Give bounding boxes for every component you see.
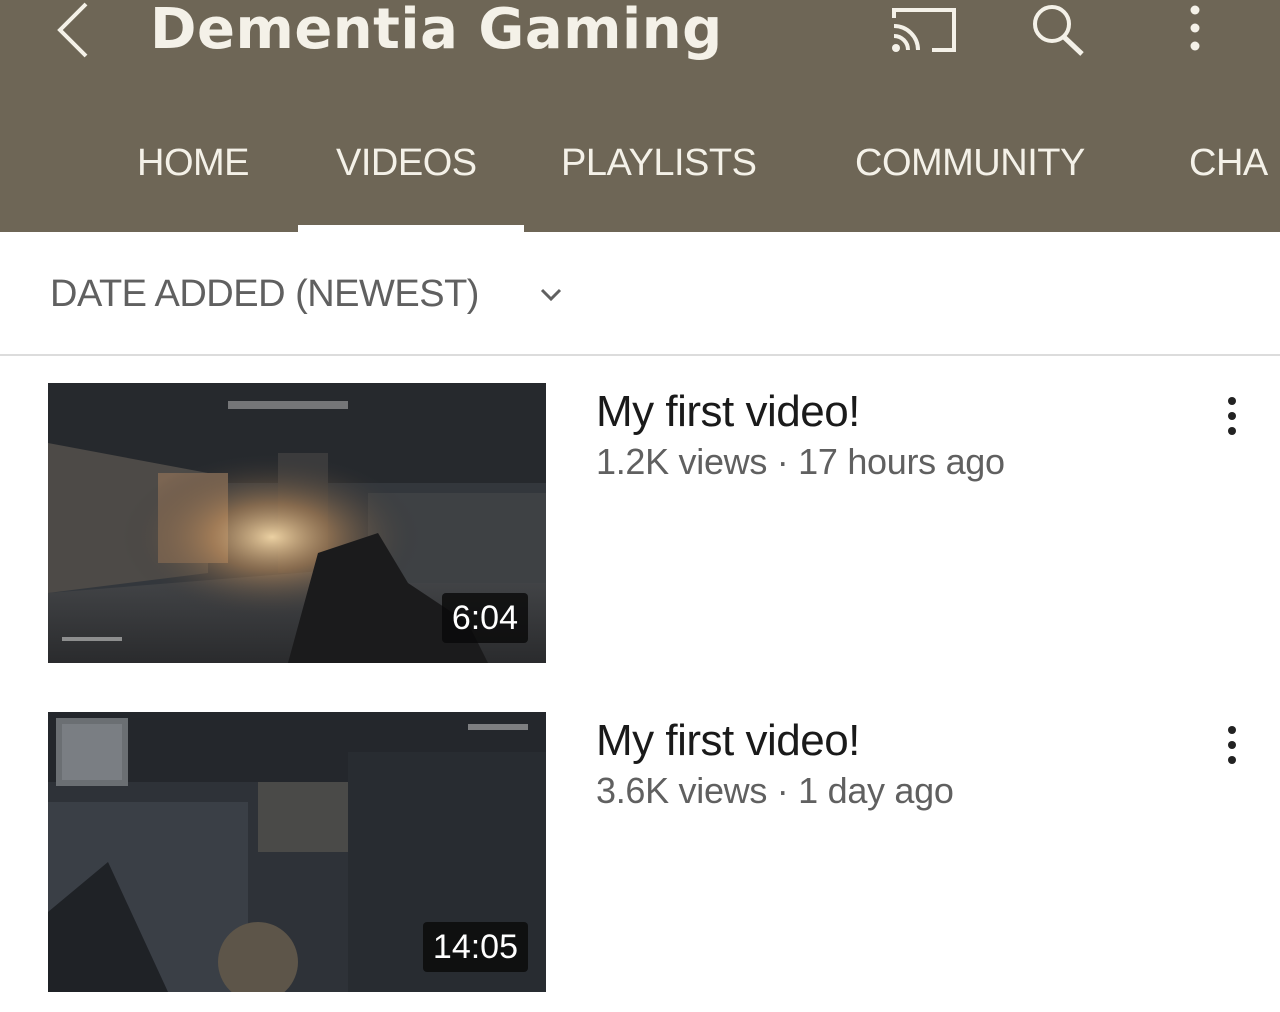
video-thumbnail[interactable]: 14:05 — [48, 712, 546, 992]
more-vert-icon — [1190, 5, 1200, 51]
channel-title: Dementia Gaming — [150, 0, 723, 62]
tab-playlists[interactable]: PLAYLISTS — [561, 118, 757, 208]
video-thumbnail[interactable]: 6:04 — [48, 383, 546, 663]
more-vert-icon — [1228, 726, 1236, 764]
sort-dropdown[interactable]: DATE ADDED (NEWEST) — [50, 262, 562, 326]
video-title[interactable]: My first video! — [596, 387, 860, 437]
video-title[interactable]: My first video! — [596, 716, 860, 766]
video-duration-badge: 6:04 — [441, 593, 528, 643]
video-more-button[interactable] — [1212, 391, 1252, 441]
tab-community[interactable]: COMMUNITY — [855, 118, 1085, 208]
video-more-button[interactable] — [1212, 720, 1252, 770]
back-arrow-icon — [57, 2, 88, 58]
tab-channels[interactable]: CHA — [1189, 118, 1268, 208]
sort-label: DATE ADDED (NEWEST) — [50, 273, 479, 315]
chevron-down-icon — [540, 288, 562, 302]
video-duration-badge: 14:05 — [422, 922, 528, 972]
back-button[interactable] — [40, 0, 110, 70]
channel-header: Dementia Gaming HOME VIDEOS PLAYLISTS CO… — [0, 0, 1280, 232]
cast-icon — [892, 8, 956, 52]
divider — [0, 354, 1280, 356]
video-list-item: 14:05 My first video! 3.6K views · 1 day… — [0, 712, 1280, 1012]
tab-home[interactable]: HOME — [137, 118, 250, 208]
tab-videos[interactable]: VIDEOS — [336, 118, 477, 208]
search-icon — [1033, 5, 1084, 56]
video-meta: 1.2K views · 17 hours ago — [596, 441, 1005, 482]
video-list-item: 6:04 My first video! 1.2K views · 17 hou… — [0, 383, 1280, 683]
selected-tab-indicator — [298, 225, 524, 232]
channel-tabs: HOME VIDEOS PLAYLISTS COMMUNITY CHA — [0, 118, 1280, 228]
more-options-button[interactable] — [1170, 0, 1220, 64]
video-meta: 3.6K views · 1 day ago — [596, 770, 954, 811]
more-vert-icon — [1228, 397, 1236, 435]
cast-button[interactable] — [884, 0, 964, 64]
search-button[interactable] — [1020, 0, 1092, 64]
